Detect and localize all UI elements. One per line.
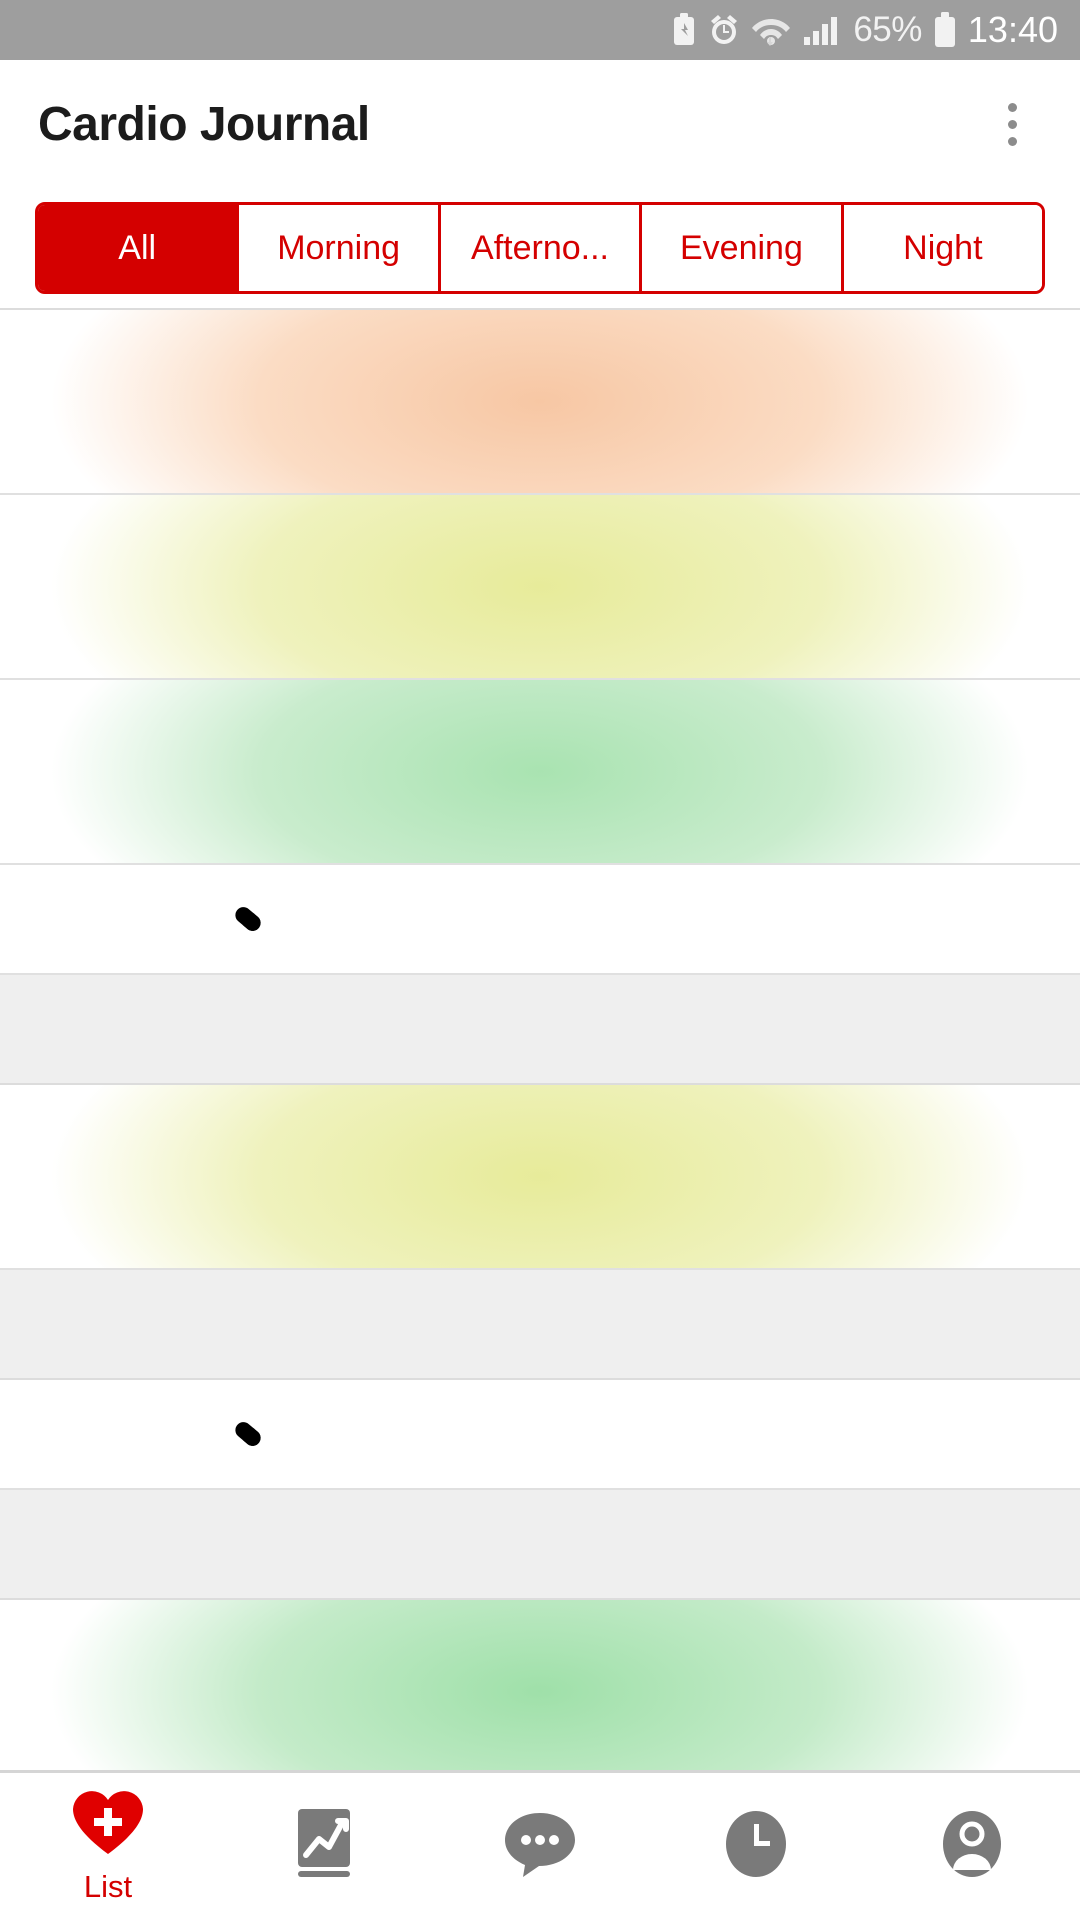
row-gradient [0,1085,1080,1268]
chart-icon [290,1807,358,1886]
medication-group [228,1414,286,1454]
profile-icon [937,1808,1007,1885]
medication-row[interactable] [0,1380,1080,1490]
tab-all[interactable]: All [38,205,237,291]
signal-icon [802,13,842,47]
filter-tabs-group: All Morning Afterno... Evening Night [35,202,1045,294]
blood-pressure-row[interactable] [0,1085,1080,1270]
overflow-menu-icon[interactable] [982,89,1042,159]
filter-tabs: All Morning Afterno... Evening Night [0,188,1080,308]
heart-plus-icon [71,1788,145,1863]
blood-pressure-row[interactable] [0,1600,1080,1770]
clock-icon [721,1808,791,1885]
date-header-row [0,1490,1080,1600]
bottom-navigation: List [0,1770,1080,1920]
blood-pressure-row[interactable] [0,495,1080,680]
tab-night[interactable]: Night [840,205,1042,291]
app-bar: Cardio Journal [0,60,1080,188]
nav-item-heart-plus[interactable]: List [0,1773,216,1920]
row-gradient [0,680,1080,863]
battery-saver-icon [671,13,697,47]
status-bar-clock: 13:40 [967,9,1058,50]
row-gradient [0,310,1080,493]
app-root: 65% 13:40 Cardio Journal All Morning After… [0,0,1080,1920]
row-gradient [0,495,1080,678]
battery-icon [933,12,957,48]
blood-pressure-row[interactable] [0,680,1080,865]
journal-list[interactable] [0,308,1080,1770]
pill-icon [228,899,268,939]
battery-percent-label: 65% [853,10,922,49]
blood-pressure-row[interactable] [0,310,1080,495]
medication-row[interactable] [0,865,1080,975]
overflow-dot [1007,102,1017,112]
tab-morning[interactable]: Morning [236,205,438,291]
date-header-row [0,975,1080,1085]
nav-item-chart[interactable] [216,1773,432,1920]
wifi-icon [751,13,791,47]
date-header-row [0,1270,1080,1380]
tab-afterno[interactable]: Afterno... [437,205,640,291]
nav-item-chat[interactable] [432,1773,648,1920]
medication-group [228,899,286,939]
page-title: Cardio Journal [38,97,370,151]
nav-item-profile[interactable] [864,1773,1080,1920]
alarm-icon [708,13,740,47]
pill-icon [228,1414,268,1454]
overflow-dot [1007,136,1017,146]
status-bar: 65% 13:40 [0,0,1080,60]
overflow-dot [1007,119,1017,129]
row-gradient [0,1600,1080,1770]
chat-icon [503,1809,577,1884]
nav-item-clock[interactable] [648,1773,864,1920]
nav-item-label: List [83,1869,133,1904]
tab-evening[interactable]: Evening [639,205,841,291]
